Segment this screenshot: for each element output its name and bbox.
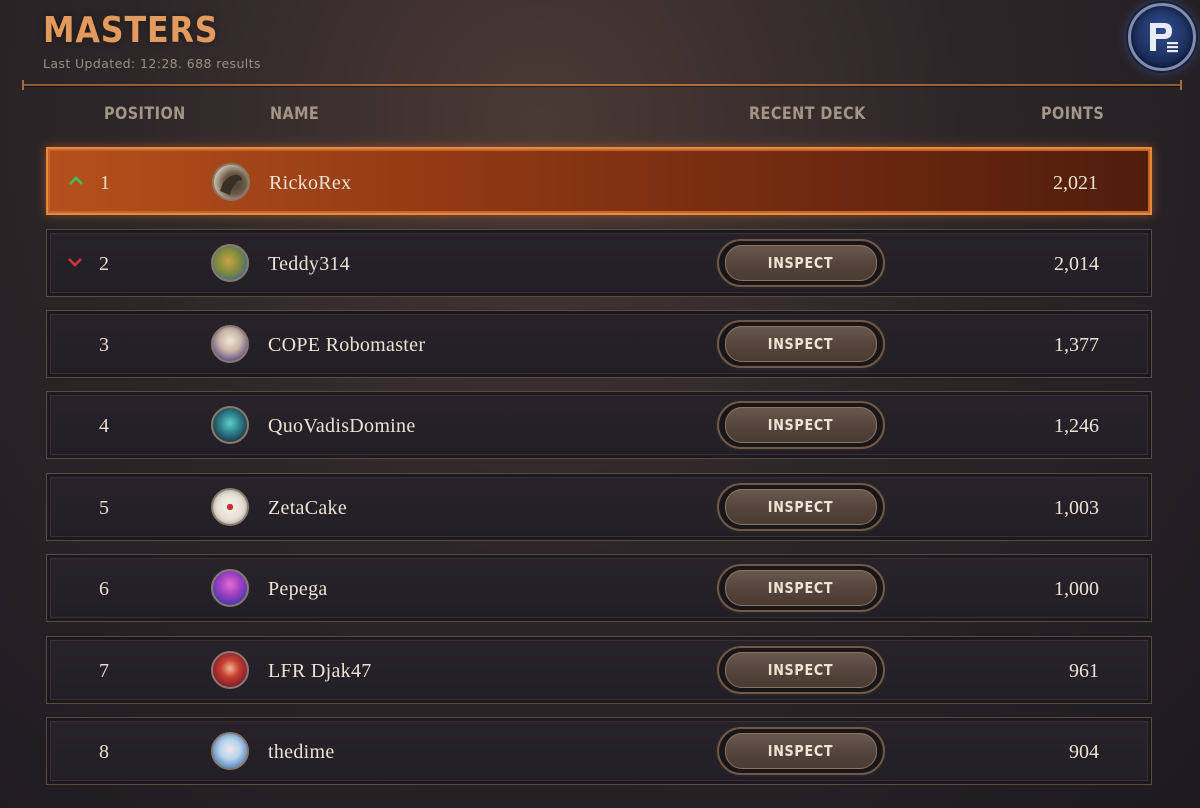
row-position: 5 bbox=[99, 497, 109, 519]
inspect-button-label: INSPECT bbox=[768, 498, 834, 516]
inspect-deck-button[interactable]: INSPECT bbox=[717, 483, 885, 531]
inspect-button-label: INSPECT bbox=[768, 416, 834, 434]
player-avatar bbox=[211, 569, 249, 607]
player-name: ZetaCake bbox=[268, 497, 348, 519]
inspect-button-label: INSPECT bbox=[768, 579, 834, 597]
last-updated-text: Last Updated: 12:28. 688 results bbox=[43, 56, 261, 71]
leaderboard-row[interactable]: 5 ZetaCake INSPECT 1,003 bbox=[46, 473, 1152, 541]
row-position: 1 bbox=[100, 172, 110, 194]
leaderboard-row[interactable]: 4 QuoVadisDomine INSPECT 1,246 bbox=[46, 391, 1152, 459]
inspect-deck-button[interactable]: INSPECT bbox=[717, 401, 885, 449]
inspect-deck-button[interactable]: INSPECT bbox=[717, 564, 885, 612]
header-divider bbox=[22, 80, 1182, 90]
inspect-deck-button[interactable]: INSPECT bbox=[717, 727, 885, 775]
row-position: 4 bbox=[99, 415, 109, 437]
chevron-up-icon bbox=[69, 176, 83, 185]
profile-menu-button[interactable] bbox=[1128, 3, 1196, 71]
inspect-button-label: INSPECT bbox=[768, 254, 834, 272]
player-avatar bbox=[211, 651, 249, 689]
leaderboard-row[interactable]: 3 COPE Robomaster INSPECT 1,377 bbox=[46, 310, 1152, 378]
inspect-button-label: INSPECT bbox=[768, 742, 834, 760]
player-avatar bbox=[211, 325, 249, 363]
player-points: 1,003 bbox=[1054, 497, 1099, 519]
row-position: 7 bbox=[99, 660, 109, 682]
inspect-button-label: INSPECT bbox=[768, 335, 834, 353]
player-points: 2,014 bbox=[1054, 253, 1099, 275]
player-name: LFR Djak47 bbox=[268, 660, 372, 682]
player-points: 1,246 bbox=[1054, 415, 1099, 437]
leaderboard-row[interactable]: 1 RickoRex 2,021 bbox=[46, 147, 1152, 215]
profile-menu-icon bbox=[1150, 23, 1178, 53]
player-name: thedime bbox=[268, 741, 335, 763]
player-avatar bbox=[212, 163, 250, 201]
player-avatar bbox=[211, 732, 249, 770]
row-position: 2 bbox=[99, 253, 109, 275]
player-avatar bbox=[211, 406, 249, 444]
leaderboard-row[interactable]: 6 Pepega INSPECT 1,000 bbox=[46, 554, 1152, 622]
player-points: 1,377 bbox=[1054, 334, 1099, 356]
column-header-points: POINTS bbox=[1041, 104, 1105, 124]
player-name: Teddy314 bbox=[268, 253, 351, 275]
leaderboard-row[interactable]: 7 LFR Djak47 INSPECT 961 bbox=[46, 636, 1152, 704]
player-points: 961 bbox=[1069, 660, 1099, 682]
player-name: QuoVadisDomine bbox=[268, 415, 416, 437]
page-header: MASTERS Last Updated: 12:28. 688 results bbox=[43, 10, 261, 71]
player-points: 2,021 bbox=[1053, 172, 1098, 194]
row-position: 8 bbox=[99, 741, 109, 763]
inspect-button-label: INSPECT bbox=[768, 661, 834, 679]
inspect-deck-button[interactable]: INSPECT bbox=[717, 646, 885, 694]
player-name: RickoRex bbox=[269, 172, 352, 194]
column-header-recent-deck: RECENT DECK bbox=[749, 104, 866, 124]
column-header-position: POSITION bbox=[104, 104, 186, 124]
column-header-name: NAME bbox=[270, 104, 320, 124]
page-title: MASTERS bbox=[43, 10, 219, 51]
leaderboard-row[interactable]: 8 thedime INSPECT 904 bbox=[46, 717, 1152, 785]
player-avatar bbox=[211, 244, 249, 282]
player-avatar bbox=[211, 488, 249, 526]
chevron-down-icon bbox=[68, 258, 82, 267]
inspect-deck-button[interactable]: INSPECT bbox=[717, 320, 885, 368]
row-position: 6 bbox=[99, 578, 109, 600]
row-position: 3 bbox=[99, 334, 109, 356]
leaderboard-row[interactable]: 2 Teddy314 INSPECT 2,014 bbox=[46, 229, 1152, 297]
player-points: 1,000 bbox=[1054, 578, 1099, 600]
player-points: 904 bbox=[1069, 741, 1099, 763]
player-name: COPE Robomaster bbox=[268, 334, 426, 356]
inspect-deck-button[interactable]: INSPECT bbox=[717, 239, 885, 287]
player-name: Pepega bbox=[268, 578, 328, 600]
